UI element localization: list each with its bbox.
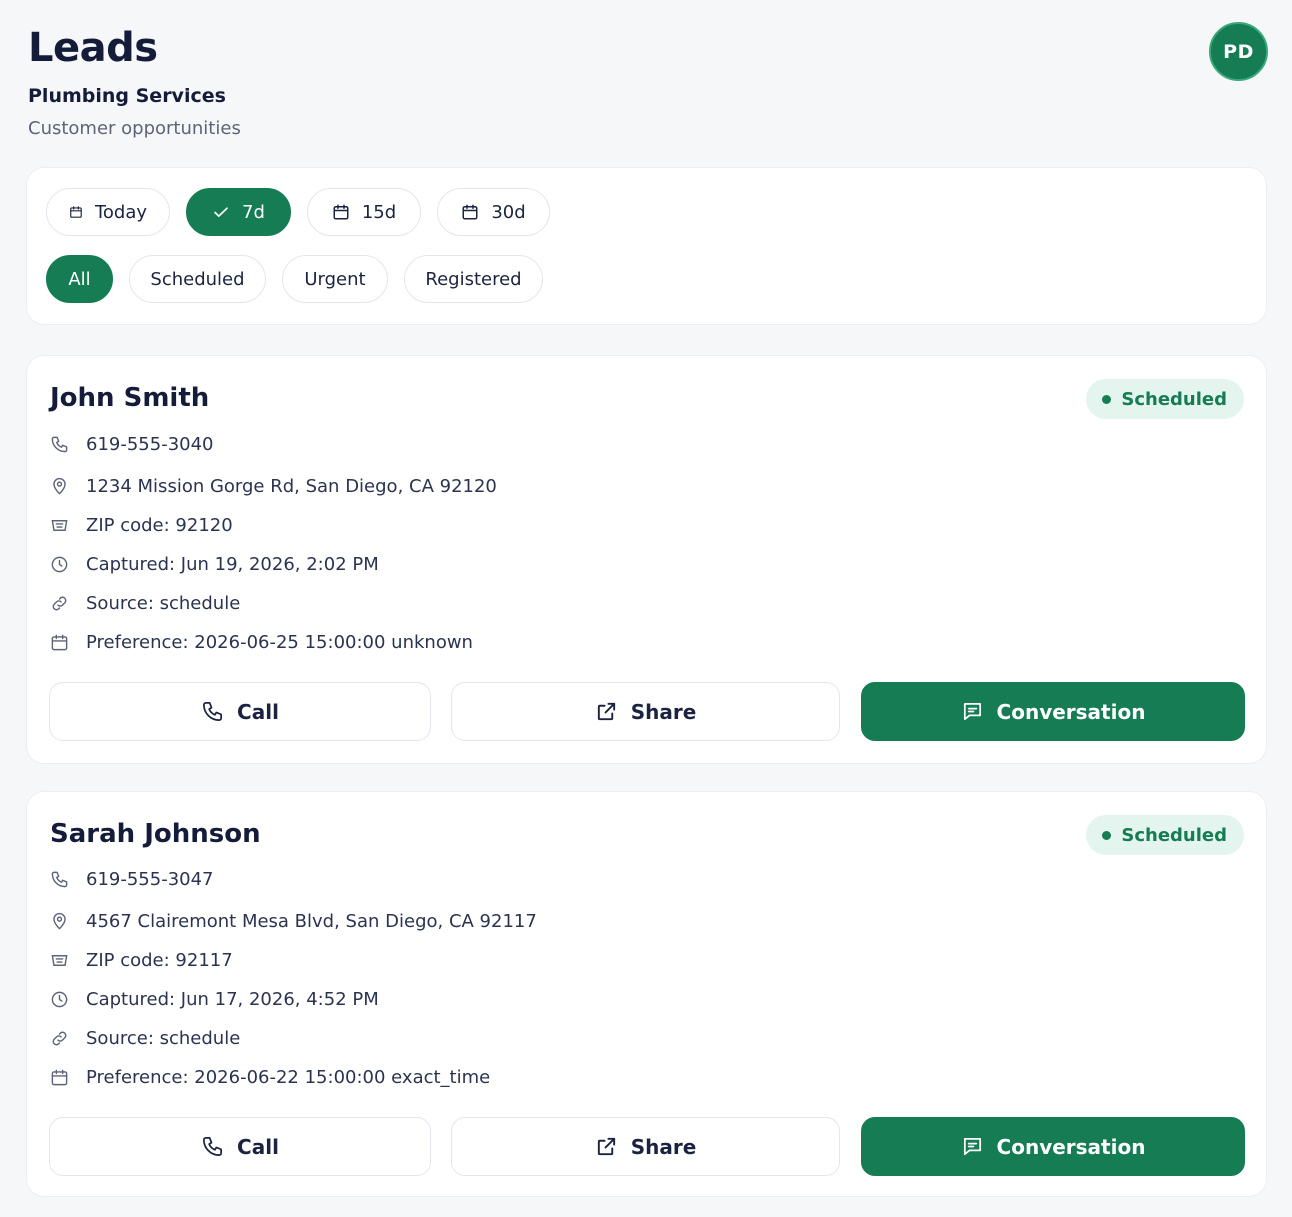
- period-chip-label: 15d: [361, 201, 397, 223]
- lead-captured-row: Captured: Jun 19, 2026, 2:02 PM: [50, 554, 379, 575]
- mailbox-icon: [51, 955, 68, 966]
- status-dot-icon: [1102, 830, 1112, 840]
- lead-card: John Smith Scheduled 619-555-3040 1234 M…: [26, 355, 1267, 764]
- call-button-label: Call: [237, 1134, 279, 1159]
- lead-phone: 619-555-3047: [86, 869, 214, 890]
- lead-source: Source: schedule: [86, 593, 241, 614]
- map-pin-icon: [53, 912, 66, 930]
- lead-captured: Captured: Jun 17, 2026, 4:52 PM: [86, 989, 379, 1010]
- status-chip-label: Urgent: [304, 268, 366, 290]
- period-chip-label: 30d: [491, 201, 526, 223]
- phone-icon: [51, 436, 68, 453]
- status-badge-label: Scheduled: [1121, 388, 1227, 410]
- lead-address: 4567 Clairemont Mesa Blvd, San Diego, CA…: [86, 911, 537, 932]
- external-link-icon: [597, 1137, 615, 1156]
- call-button-label: Call: [237, 699, 279, 724]
- lead-captured-row: Captured: Jun 17, 2026, 4:52 PM: [50, 989, 379, 1010]
- share-button[interactable]: Share: [451, 1117, 840, 1176]
- lead-zip-row: ZIP code: 92120: [50, 515, 233, 536]
- lead-source: Source: schedule: [86, 1028, 241, 1049]
- filters-panel: Today 7d 15d 30d All Scheduled Urgent Re…: [26, 167, 1267, 325]
- lead-source-row: Source: schedule: [50, 1028, 240, 1049]
- lead-card: Sarah Johnson Scheduled 619-555-3047 456…: [26, 791, 1267, 1197]
- calendar-icon: [51, 634, 68, 651]
- lead-source-row: Source: schedule: [50, 593, 240, 614]
- lead-zip: ZIP code: 92117: [86, 950, 233, 971]
- lead-preference-row: Preference: 2026-06-25 15:00:00 unknown: [50, 632, 473, 653]
- lead-preference-row: Preference: 2026-06-22 15:00:00 exact_ti…: [50, 1067, 490, 1088]
- period-chip-30d[interactable]: 30d: [437, 188, 550, 236]
- clock-icon: [51, 991, 68, 1008]
- page-title: Leads: [28, 25, 158, 71]
- external-link-icon: [597, 702, 615, 721]
- status-chip-label: Scheduled: [150, 268, 245, 290]
- lead-name: Sarah Johnson: [50, 819, 261, 849]
- phone-icon: [51, 871, 68, 888]
- call-button[interactable]: Call: [49, 1117, 431, 1176]
- call-button[interactable]: Call: [49, 682, 431, 741]
- mailbox-icon: [51, 520, 68, 531]
- share-button-label: Share: [630, 1134, 697, 1159]
- page-tagline: Customer opportunities: [28, 118, 241, 139]
- link-icon: [52, 596, 67, 611]
- lead-zip: ZIP code: 92120: [86, 515, 233, 536]
- calendar-icon: [70, 206, 82, 218]
- status-dot-icon: [1102, 394, 1112, 404]
- status-badge: Scheduled: [1086, 379, 1244, 419]
- conversation-button-label: Conversation: [996, 1134, 1146, 1159]
- lead-address-row: 4567 Clairemont Mesa Blvd, San Diego, CA…: [50, 911, 537, 932]
- lead-address-row: 1234 Mission Gorge Rd, San Diego, CA 921…: [50, 476, 497, 497]
- link-icon: [52, 1031, 67, 1046]
- conversation-button[interactable]: Conversation: [861, 682, 1245, 741]
- status-chip-label: Registered: [425, 268, 522, 290]
- lead-preference: Preference: 2026-06-22 15:00:00 exact_ti…: [86, 1067, 491, 1088]
- period-chip-7d[interactable]: 7d: [186, 188, 291, 236]
- share-button-label: Share: [630, 699, 697, 724]
- period-chip-15d[interactable]: 15d: [307, 188, 421, 236]
- lead-address: 1234 Mission Gorge Rd, San Diego, CA 921…: [86, 476, 497, 497]
- check-icon: [214, 207, 228, 217]
- message-icon: [963, 702, 981, 721]
- status-filter-row: All Scheduled Urgent Registered: [46, 255, 543, 303]
- avatar[interactable]: PD: [1209, 22, 1268, 81]
- status-chip-all[interactable]: All: [46, 255, 113, 303]
- share-button[interactable]: Share: [451, 682, 840, 741]
- period-filter-row: Today 7d 15d 30d: [46, 188, 550, 236]
- status-chip-scheduled[interactable]: Scheduled: [129, 255, 266, 303]
- calendar-icon: [51, 1069, 68, 1086]
- period-chip-label: Today: [94, 201, 147, 223]
- phone-icon: [203, 1137, 223, 1156]
- map-pin-icon: [53, 477, 66, 495]
- lead-phone-row: 619-555-3047: [50, 869, 214, 890]
- conversation-button-label: Conversation: [996, 699, 1146, 724]
- lead-preference: Preference: 2026-06-25 15:00:00 unknown: [86, 632, 473, 653]
- business-name: Plumbing Services: [28, 85, 226, 107]
- calendar-icon: [333, 204, 349, 220]
- page-header: Leads Plumbing Services Customer opportu…: [28, 24, 241, 141]
- status-chip-urgent[interactable]: Urgent: [282, 255, 388, 303]
- lead-captured: Captured: Jun 19, 2026, 2:02 PM: [86, 554, 379, 575]
- clock-icon: [51, 556, 68, 573]
- lead-phone: 619-555-3040: [86, 434, 214, 455]
- lead-zip-row: ZIP code: 92117: [50, 950, 233, 971]
- calendar-icon: [462, 204, 478, 220]
- lead-name: John Smith: [50, 383, 210, 413]
- period-chip-label: 7d: [242, 201, 265, 223]
- status-badge-label: Scheduled: [1121, 824, 1227, 846]
- conversation-button[interactable]: Conversation: [861, 1117, 1245, 1176]
- lead-phone-row: 619-555-3040: [50, 434, 214, 455]
- phone-icon: [203, 702, 223, 721]
- status-chip-label: All: [68, 268, 91, 290]
- period-chip-today[interactable]: Today: [46, 188, 170, 236]
- message-icon: [963, 1137, 981, 1156]
- status-badge: Scheduled: [1086, 815, 1244, 855]
- status-chip-registered[interactable]: Registered: [404, 255, 543, 303]
